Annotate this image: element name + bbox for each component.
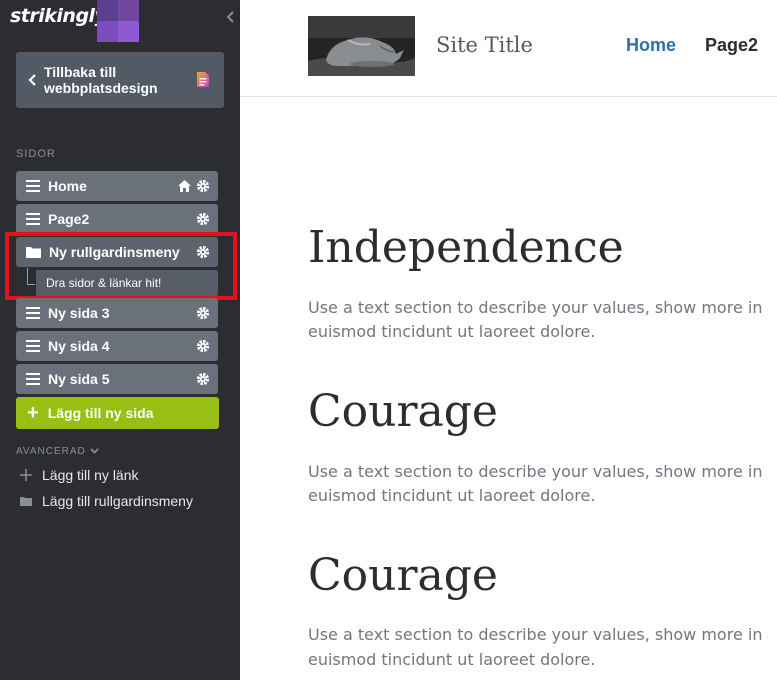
site-logo-image[interactable] <box>308 16 415 76</box>
advanced-title: AVANCERAD <box>16 446 86 457</box>
section-heading[interactable]: Courage <box>308 386 498 437</box>
add-dropdown-label: Lägg till rullgardinsmeny <box>42 493 193 509</box>
home-icon <box>177 179 192 198</box>
page-item-page2[interactable]: Page2 <box>16 204 218 234</box>
drag-handle-icon[interactable] <box>26 180 40 192</box>
page-item-label: Ny sida 4 <box>48 338 110 354</box>
chevron-left-icon <box>28 73 38 87</box>
nav-link-page2[interactable]: Page2 <box>705 35 758 56</box>
section-text[interactable]: Use a text section to describe your valu… <box>308 623 762 647</box>
drag-handle-icon[interactable] <box>26 213 40 225</box>
site-header: Site Title Home Page2 <box>240 0 777 97</box>
add-link-label: Lägg till ny länk <box>42 467 139 483</box>
add-new-page-button[interactable]: + Lägg till ny sida <box>16 397 219 429</box>
page-item-ny-sida-5[interactable]: Ny sida 5 <box>16 364 218 394</box>
section-text[interactable]: euismod tincidunt ut laoreet dolore. <box>308 648 595 672</box>
plus-icon <box>18 469 34 481</box>
gear-icon[interactable] <box>196 179 210 198</box>
add-new-link[interactable]: Lägg till ny länk <box>18 467 139 483</box>
nav-link-home[interactable]: Home <box>626 35 676 56</box>
drag-handle-icon[interactable] <box>26 307 40 319</box>
section-heading[interactable]: Independence <box>308 222 624 273</box>
section-text[interactable]: euismod tincidunt ut laoreet dolore. <box>308 320 595 344</box>
section-text[interactable]: euismod tincidunt ut laoreet dolore. <box>308 484 595 508</box>
back-to-design-button[interactable]: Tillbaka till webbplatsdesign <box>16 52 224 108</box>
page-item-label: Home <box>48 178 87 194</box>
site-preview: Site Title Home Page2 Independence Use a… <box>240 0 777 680</box>
section-text[interactable]: Use a text section to describe your valu… <box>308 460 762 484</box>
plus-icon: + <box>27 402 39 424</box>
brand-squares-logo <box>97 0 139 42</box>
document-icon <box>196 71 210 93</box>
add-dropdown-menu-link[interactable]: Lägg till rullgardinsmeny <box>18 493 193 509</box>
drag-handle-icon[interactable] <box>26 340 40 352</box>
drag-handle-icon[interactable] <box>26 373 40 385</box>
add-page-label: Lägg till ny sida <box>47 405 154 421</box>
gear-icon[interactable] <box>196 212 210 231</box>
advanced-toggle[interactable]: AVANCERAD <box>16 446 99 457</box>
page-item-home[interactable]: Home <box>16 171 218 201</box>
page-item-label: Ny sida 5 <box>48 371 110 387</box>
strikingly-logo: strikingly <box>10 5 107 27</box>
page-item-ny-sida-4[interactable]: Ny sida 4 <box>16 331 218 361</box>
collapse-sidebar-icon[interactable] <box>222 8 238 26</box>
page-item-ny-sida-3[interactable]: Ny sida 3 <box>16 298 218 328</box>
gear-icon[interactable] <box>196 372 210 391</box>
red-highlight-box <box>5 232 237 300</box>
chevron-down-icon <box>90 446 99 457</box>
page-item-label: Page2 <box>48 211 90 227</box>
section-heading[interactable]: Courage <box>308 550 498 601</box>
section-text[interactable]: Use a text section to describe your valu… <box>308 296 762 320</box>
pages-section-title: SIDOR <box>16 148 56 160</box>
editor-sidebar: strikingly Tillbaka till webbplatsdesign… <box>0 0 240 680</box>
page-item-label: Ny sida 3 <box>48 305 110 321</box>
folder-icon <box>18 496 34 506</box>
gear-icon[interactable] <box>196 339 210 358</box>
back-button-label: Tillbaka till webbplatsdesign <box>44 64 158 96</box>
site-title[interactable]: Site Title <box>436 33 533 57</box>
gear-icon[interactable] <box>196 306 210 325</box>
